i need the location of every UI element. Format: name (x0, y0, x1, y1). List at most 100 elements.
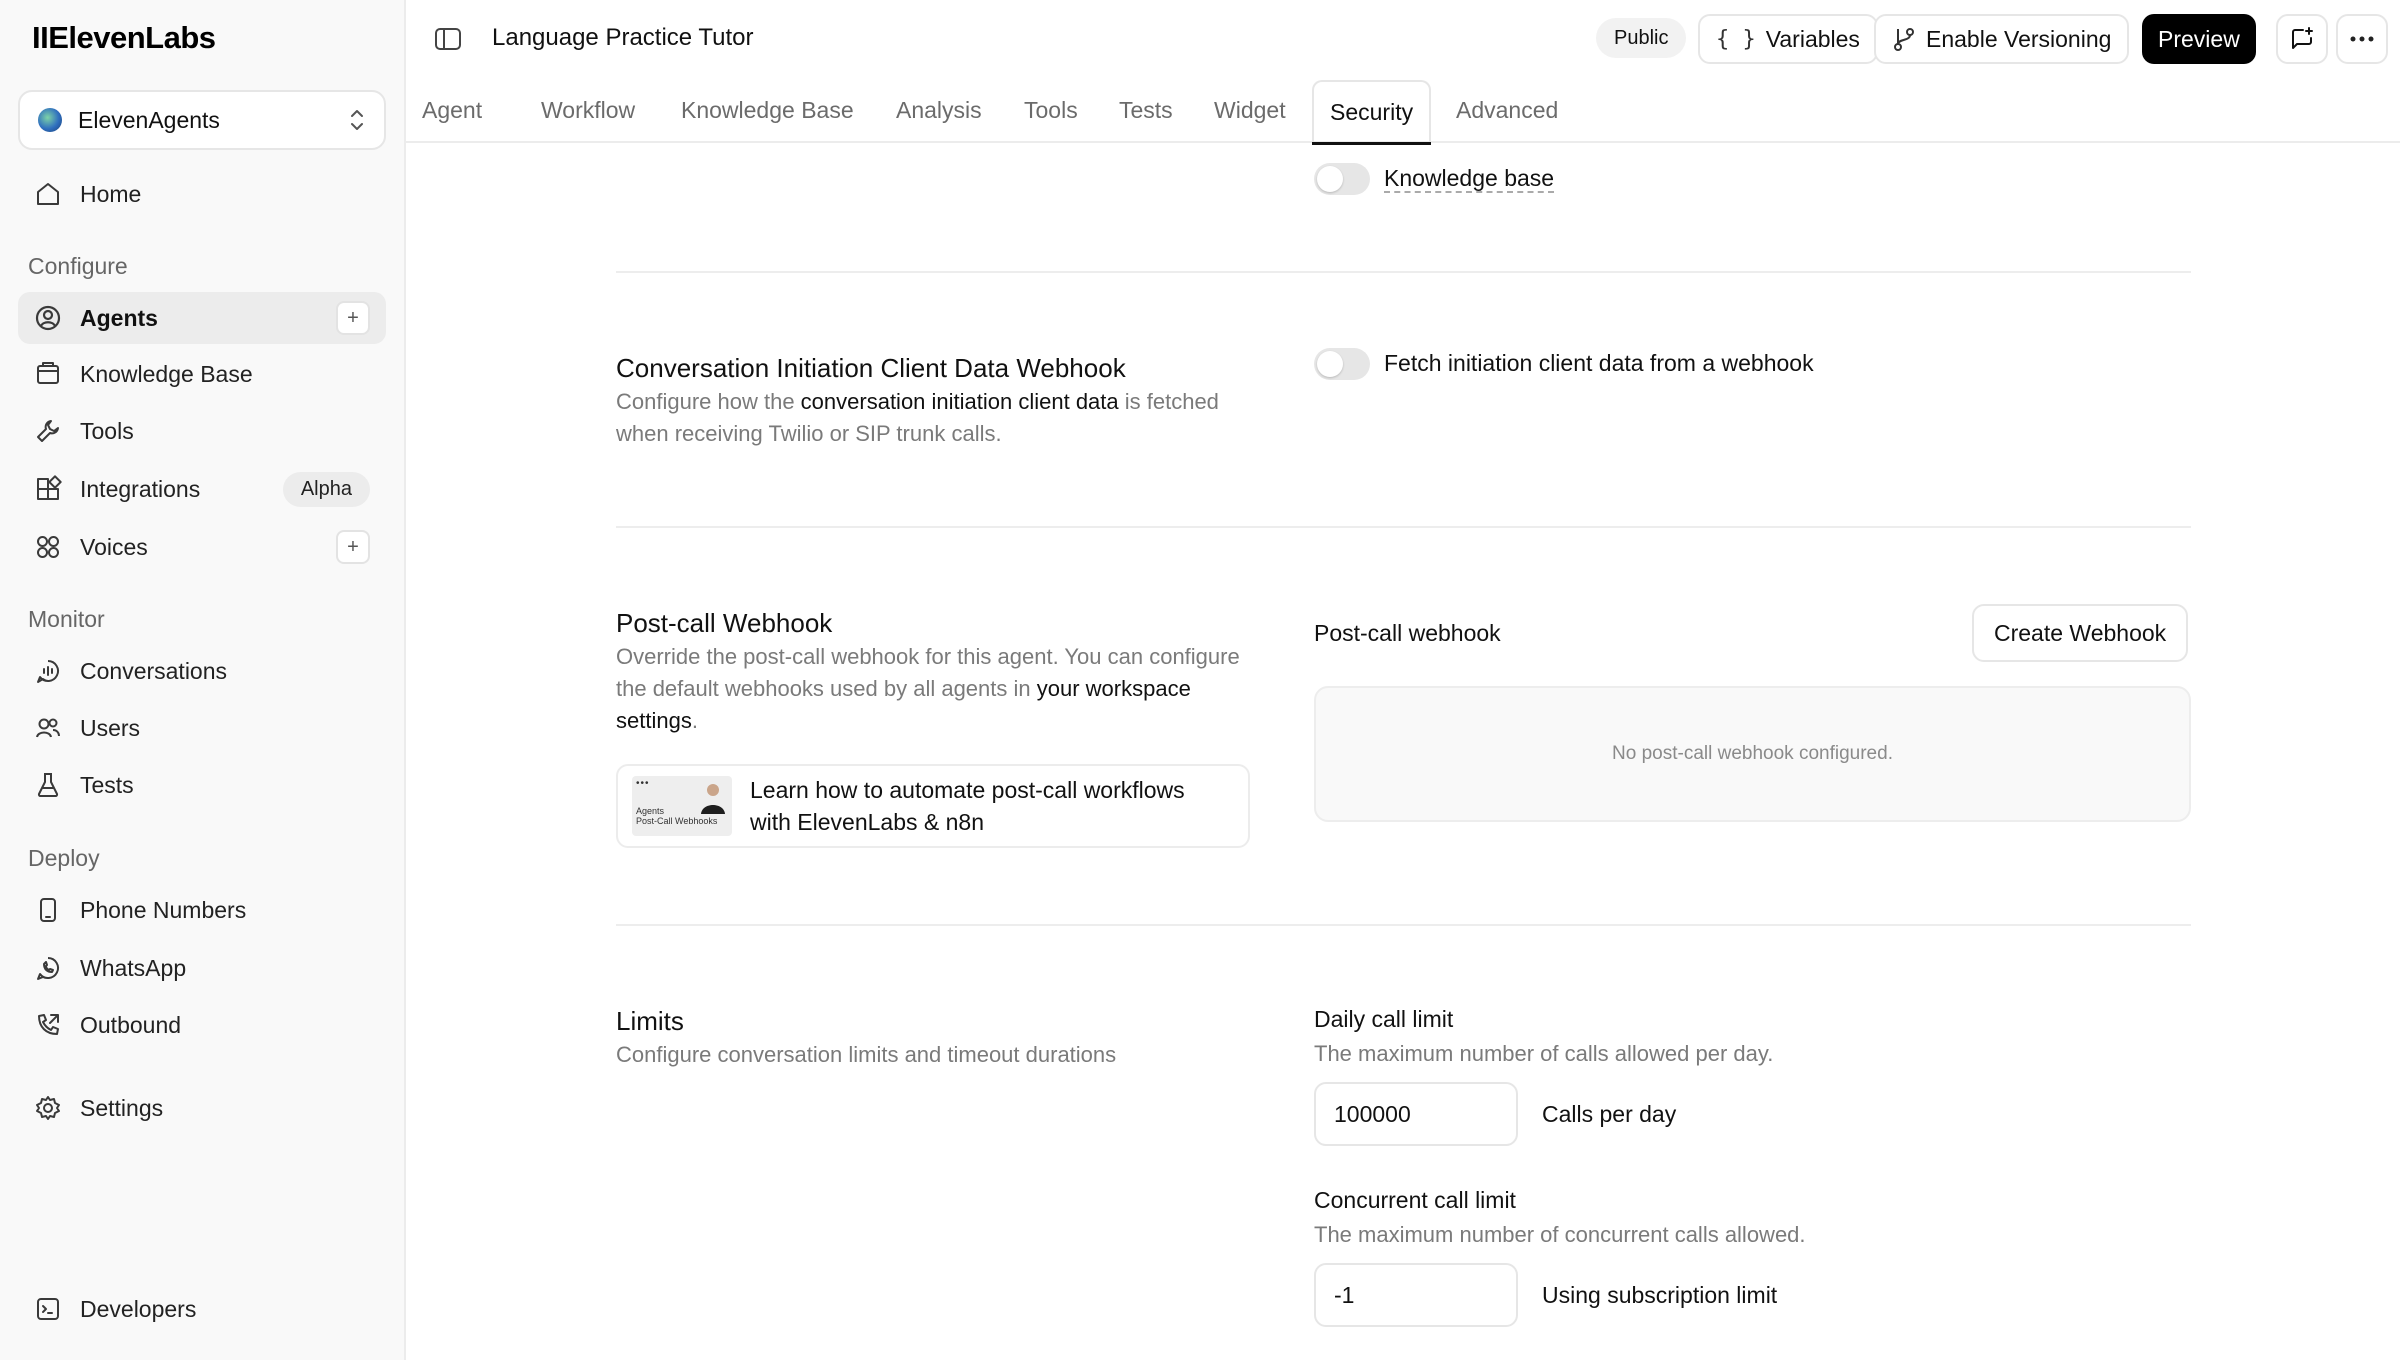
enable-versioning-button[interactable]: Enable Versioning (1874, 14, 2130, 64)
sidebar-item-label: Tests (80, 771, 134, 798)
sidebar-item-tools[interactable]: Tools (18, 405, 386, 457)
tab-tests[interactable]: Tests (1103, 78, 1189, 142)
concurrent-call-limit-suffix: Using subscription limit (1542, 1282, 1778, 1308)
tab-security[interactable]: Security (1312, 80, 1432, 145)
top-bar: Language Practice Tutor Public { } Varia… (406, 0, 2400, 78)
sidebar-item-conversations[interactable]: Conversations (18, 645, 386, 697)
post-call-webhook-title: Post-call Webhook (616, 608, 833, 638)
folder-icon (34, 360, 62, 388)
section-monitor: Monitor (28, 606, 105, 632)
workspace-name: ElevenAgents (78, 106, 220, 133)
post-call-webhook-empty-state: No post-call webhook configured. (1314, 686, 2191, 822)
divider (616, 526, 2191, 528)
divider (616, 924, 2191, 926)
more-options-button[interactable] (2336, 14, 2388, 64)
fetch-initiation-toggle[interactable] (1314, 348, 1370, 380)
knowledge-base-toggle-label[interactable]: Knowledge base (1384, 165, 1555, 193)
tab-agent[interactable]: Agent (406, 78, 498, 142)
post-call-tutorial-card[interactable]: ••• Agents Post-Call Webhooks Learn how t… (616, 764, 1250, 848)
integrations-blocks-icon (34, 475, 62, 503)
sidebar-item-label: Users (80, 714, 141, 741)
preview-button[interactable]: Preview (2142, 14, 2256, 64)
whatsapp-icon (34, 954, 62, 982)
divider (616, 271, 2191, 273)
concurrent-call-limit-description: The maximum number of concurrent calls a… (1314, 1222, 1806, 1247)
concurrent-call-limit-input[interactable] (1314, 1263, 1518, 1327)
sidebar-item-label: Phone Numbers (80, 896, 247, 923)
fetch-initiation-toggle-label[interactable]: Fetch initiation client data from a webh… (1384, 350, 1814, 377)
variables-label: Variables (1765, 25, 1860, 52)
sidebar-item-label: Agents (80, 304, 158, 331)
public-badge[interactable]: Public (1596, 18, 1687, 58)
voices-grid-icon (34, 533, 62, 561)
tab-advanced[interactable]: Advanced (1440, 78, 1574, 142)
sidebar-item-settings[interactable]: Settings (18, 1082, 386, 1134)
sidebar-item-home[interactable]: Home (18, 168, 386, 220)
sidebar-item-label: Home (80, 180, 142, 207)
initiation-webhook-description: Configure how the conversation initiatio… (616, 389, 1219, 446)
sidebar-item-users[interactable]: Users (18, 702, 386, 754)
more-horizontal-icon (2350, 36, 2374, 42)
section-deploy: Deploy (28, 845, 100, 871)
workspace-selector[interactable]: ElevenAgents (18, 90, 386, 150)
daily-call-limit-description: The maximum number of calls allowed per … (1314, 1041, 1774, 1066)
section-configure: Configure (28, 253, 128, 279)
sidebar-item-tests[interactable]: Tests (18, 759, 386, 811)
tab-tools[interactable]: Tools (1008, 78, 1094, 142)
sidebar-item-label: Conversations (80, 657, 228, 684)
sidebar-item-label: Outbound (80, 1011, 182, 1038)
sidebar-item-label: Knowledge Base (80, 360, 253, 387)
create-webhook-button[interactable]: Create Webhook (1972, 604, 2189, 662)
phone-device-icon (34, 896, 62, 924)
users-icon (34, 714, 62, 742)
sidebar-item-label: Voices (80, 533, 148, 560)
initiation-client-data-link[interactable]: conversation initiation client data (801, 389, 1119, 414)
sidebar-toggle-icon[interactable] (434, 26, 462, 52)
daily-call-limit-label: Daily call limit (1314, 1006, 1454, 1032)
tab-knowledge-base[interactable]: Knowledge Base (665, 78, 870, 142)
limits-description: Configure conversation limits and timeou… (616, 1042, 1117, 1067)
git-branch-icon (1892, 26, 1916, 52)
daily-call-limit-input[interactable] (1314, 1082, 1518, 1146)
home-icon (34, 180, 62, 208)
agent-user-circle-icon (34, 304, 62, 332)
enable-versioning-label: Enable Versioning (1926, 25, 2112, 52)
daily-call-limit-suffix: Calls per day (1542, 1101, 1677, 1127)
chevron-up-down-icon (348, 107, 366, 133)
sidebar-item-label: Settings (80, 1094, 164, 1121)
share-chat-button[interactable] (2276, 14, 2328, 64)
sidebar-item-outbound[interactable]: Outbound (18, 999, 386, 1051)
sidebar-item-label: Developers (80, 1295, 197, 1322)
tab-workflow[interactable]: Workflow (525, 78, 651, 142)
tab-widget[interactable]: Widget (1198, 78, 1302, 142)
add-voice-button[interactable]: + (336, 530, 370, 564)
flask-icon (34, 771, 62, 799)
chat-plus-icon (2289, 26, 2315, 52)
presenter-icon (701, 784, 725, 814)
workspace-orb-icon (38, 108, 62, 132)
agent-tabs: Agent Workflow Knowledge Base Analysis T… (406, 78, 2400, 145)
sidebar-item-integrations[interactable]: Integrations Alpha (18, 463, 386, 515)
elevenlabs-logo[interactable]: IIElevenLabs (32, 20, 216, 56)
sidebar-item-developers[interactable]: Developers (18, 1283, 386, 1335)
sidebar-item-voices[interactable]: Voices + (18, 521, 386, 573)
chat-bubble-icon (34, 657, 62, 685)
sidebar-item-whatsapp[interactable]: WhatsApp (18, 942, 386, 994)
sidebar-item-knowledge-base[interactable]: Knowledge Base (18, 348, 386, 400)
add-agent-button[interactable]: + (336, 301, 370, 335)
tab-analysis[interactable]: Analysis (880, 78, 998, 142)
sidebar: IIElevenLabs ElevenAgents Home Configure… (0, 0, 406, 1360)
sidebar-item-phone-numbers[interactable]: Phone Numbers (18, 884, 386, 936)
gear-icon (34, 1094, 62, 1122)
agent-title[interactable]: Language Practice Tutor (492, 24, 754, 52)
wrench-icon (34, 417, 62, 445)
terminal-icon (34, 1295, 62, 1323)
sidebar-item-label: WhatsApp (80, 954, 187, 981)
initiation-webhook-title: Conversation Initiation Client Data Webh… (616, 353, 1126, 383)
variables-button[interactable]: { } Variables (1698, 14, 1878, 64)
sidebar-item-agents[interactable]: Agents + (18, 292, 386, 344)
post-call-webhook-label: Post-call webhook (1314, 620, 1501, 646)
knowledge-base-toggle[interactable] (1314, 163, 1370, 195)
sidebar-item-label: Tools (80, 417, 134, 444)
braces-icon: { } (1716, 26, 1756, 52)
